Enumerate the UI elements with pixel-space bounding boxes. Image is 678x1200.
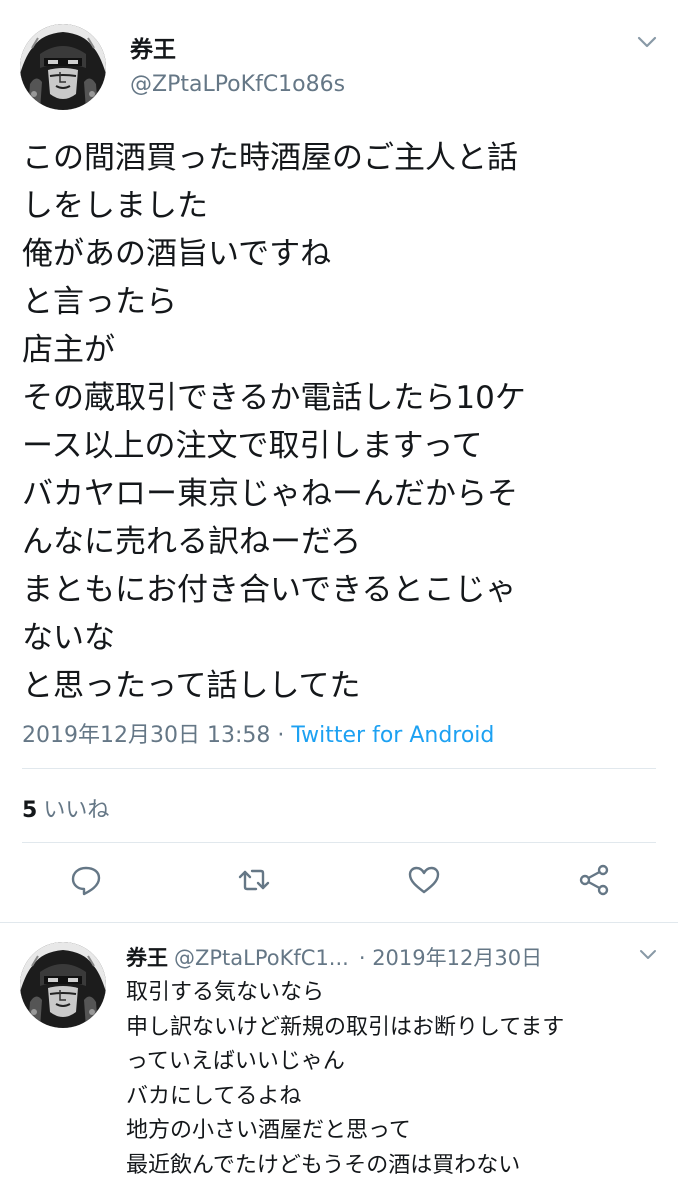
likes-summary[interactable]: 5 いいね bbox=[22, 792, 109, 824]
tweet-text-line: バカヤロー東京じゃねーんだからそ bbox=[22, 476, 518, 512]
reply-text-line: 最近飲んでたけどもうその酒は買わない bbox=[126, 1152, 521, 1178]
tweet-text-line: んなに売れる訳ねーだろ bbox=[22, 524, 362, 560]
reply-text-line: 申し訳ないけど新規の取引はお断りしてます bbox=[126, 1014, 565, 1040]
reply-author-avatar[interactable] bbox=[20, 942, 106, 1028]
tweet-meta: 2019年12月30日 13:58 · Twitter for Android bbox=[22, 717, 494, 749]
share-icon[interactable] bbox=[576, 862, 612, 898]
chevron-down-icon[interactable] bbox=[636, 34, 658, 50]
manga-portrait-avatar bbox=[20, 942, 106, 1028]
manga-portrait-avatar bbox=[20, 24, 106, 110]
tweet-actions bbox=[0, 862, 678, 902]
tweet-text-line: その蔵取引できるか電話したら10ケ bbox=[22, 380, 526, 416]
meta-separator: · bbox=[270, 723, 292, 748]
reply-author-name[interactable]: 券王 bbox=[126, 946, 168, 970]
reply-text: 取引する気ないなら 申し訳ないけど新規の取引はお断りしてます っていえばいいじゃ… bbox=[126, 976, 564, 1183]
author-handle[interactable]: @ZPtaLPoKfC1o86s bbox=[130, 72, 345, 97]
heart-icon[interactable] bbox=[406, 862, 442, 898]
divider bbox=[0, 922, 678, 923]
reply-text-line: 取引する気ないなら bbox=[126, 980, 325, 1005]
tweet-text-line: と思ったって話ししてた bbox=[22, 668, 361, 704]
reply-author-handle[interactable]: @ZPtaLPoKfC1... bbox=[174, 946, 349, 970]
tweet-text-line: まともにお付き合いできるとこじゃ bbox=[22, 572, 517, 608]
reply-text-line: っていえばいいじゃん bbox=[126, 1049, 345, 1074]
tweet-text-line: 店主が bbox=[22, 332, 115, 368]
tweet-text-line: ないな bbox=[22, 620, 115, 656]
tweet-text-line: ース以上の注文で取引しますって bbox=[22, 428, 483, 464]
reply-header: 券王 @ZPtaLPoKfC1... · 2019年12月30日 bbox=[126, 942, 542, 972]
chevron-down-icon[interactable] bbox=[638, 948, 658, 962]
likes-label: いいね bbox=[43, 798, 110, 823]
divider bbox=[22, 768, 656, 769]
retweet-icon[interactable] bbox=[236, 862, 272, 898]
author-name[interactable]: 券王 bbox=[130, 30, 176, 64]
tweet-text-line: この間酒買った時酒屋のご主人と話 bbox=[22, 140, 518, 176]
reply-text-line: バカにしてるよね bbox=[126, 1083, 302, 1109]
reply-icon[interactable] bbox=[68, 862, 104, 898]
divider bbox=[22, 842, 656, 843]
tweet-source-link[interactable]: Twitter for Android bbox=[291, 723, 494, 748]
tweet-timestamp[interactable]: 2019年12月30日 13:58 bbox=[22, 723, 270, 748]
tweet-text-line: 俺があの酒旨いですね bbox=[22, 236, 332, 272]
likes-count: 5 bbox=[22, 798, 38, 823]
tweet-text-line: と言ったら bbox=[22, 284, 177, 320]
tweet-text: この間酒買った時酒屋のご主人と話 しをしました 俺があの酒旨いですね と言ったら… bbox=[22, 134, 526, 710]
tweet-text-line: しをしました bbox=[22, 188, 208, 224]
reply-date[interactable]: · 2019年12月30日 bbox=[359, 946, 542, 970]
author-avatar[interactable] bbox=[20, 24, 106, 110]
reply-text-line: 地方の小さい酒屋だと思って bbox=[126, 1118, 411, 1143]
